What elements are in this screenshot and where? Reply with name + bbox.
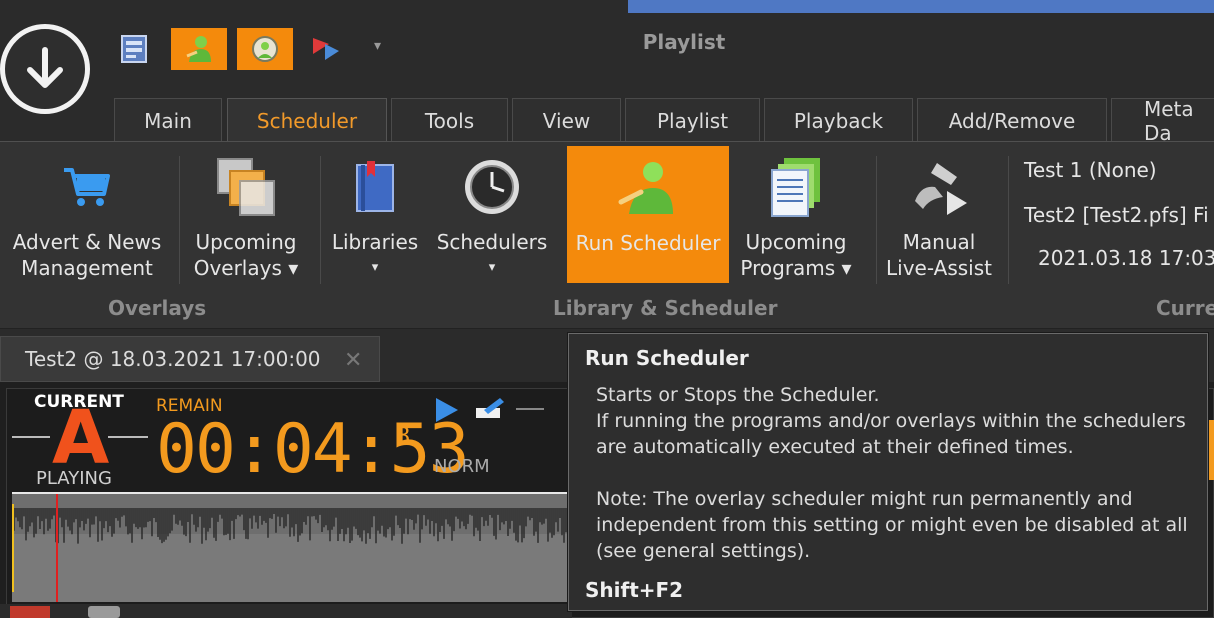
waveform-display[interactable] — [11, 492, 572, 602]
group-label-current: Curre — [1156, 296, 1214, 320]
overlay-layers-icon — [217, 158, 275, 216]
schedulers-button[interactable]: Schedulers ▾ — [436, 145, 548, 283]
run-scheduler-icon — [186, 36, 211, 62]
scrollbar-thumb[interactable] — [88, 606, 120, 618]
programs-label-1: Upcoming — [745, 230, 847, 254]
upcoming-programs-button[interactable]: Upcoming Programs ▾ — [738, 145, 854, 283]
manual-live-assist-button[interactable]: Manual Live-Assist — [880, 145, 998, 283]
flag-play-icon — [313, 38, 339, 60]
document-tab[interactable]: Test2 @ 18.03.2021 17:00:00 — [0, 336, 380, 382]
tooltip-line: If running the programs and/or overlays … — [596, 410, 1186, 432]
scrollbar-left-marker — [10, 606, 50, 618]
ribbon-divider — [320, 156, 321, 284]
run-scheduler-icon — [618, 162, 673, 214]
tooltip-line: Note: The overlay scheduler might run pe… — [596, 488, 1133, 510]
book-icon — [356, 161, 394, 212]
tooltip-body: Starts or Stops the Scheduler. If runnin… — [585, 382, 1191, 564]
tab-playlist[interactable]: Playlist — [625, 98, 760, 142]
close-icon[interactable]: ✕ — [344, 348, 362, 373]
tooltip-line: (see general settings). — [596, 540, 811, 562]
play-mode: NORM — [434, 456, 490, 477]
quick-access-flag-button[interactable] — [298, 28, 354, 70]
quick-access-refresh-button[interactable] — [237, 28, 293, 70]
tab-scheduler[interactable]: Scheduler — [227, 98, 387, 142]
quick-access-screen-button[interactable] — [106, 28, 162, 70]
title-accent-strip — [628, 0, 1214, 13]
waveform-body — [12, 534, 572, 602]
deck-letter: A — [52, 395, 110, 481]
deck-line-right — [108, 436, 148, 438]
app-menu-button[interactable] — [0, 24, 90, 114]
tooltip-title: Run Scheduler — [585, 346, 749, 370]
screen-icon — [121, 35, 147, 63]
player-state: PLAYING — [36, 468, 112, 489]
live-assist-label-2: Live-Assist — [886, 256, 992, 280]
current-info-line-3: 2021.03.18 17:03: — [1038, 246, 1214, 270]
run-scheduler-tooltip: Run Scheduler Starts or Stops the Schedu… — [568, 333, 1208, 611]
overlays-label-1: Upcoming — [195, 230, 297, 254]
tab-main[interactable]: Main — [114, 98, 222, 142]
ribbon-divider — [876, 156, 877, 284]
document-tab-label: Test2 @ 18.03.2021 17:00:00 — [25, 347, 321, 371]
ribbon-divider — [179, 156, 180, 284]
live-assist-label-1: Manual — [902, 230, 976, 254]
live-assist-icon — [915, 163, 967, 215]
upcoming-overlays-button[interactable]: Upcoming Overlays ▾ — [184, 145, 308, 283]
programs-label-2: Programs ▾ — [740, 256, 852, 280]
refresh-user-icon — [252, 36, 278, 62]
tab-playback[interactable]: Playback — [764, 98, 913, 142]
remain-timer: 00:04:53 — [156, 410, 470, 489]
arrow-down-icon — [27, 47, 63, 88]
play-button[interactable] — [432, 396, 460, 429]
current-info-line-2: Test2 [Test2.pfs] Fi — [1024, 203, 1209, 227]
advert-news-management-button[interactable]: Advert & News Management — [8, 145, 166, 283]
group-label-library-scheduler: Library & Scheduler — [553, 296, 778, 320]
remain-frames: 8 — [396, 422, 411, 450]
current-info-line-1: Test 1 (None) — [1024, 158, 1157, 182]
overlays-label-2: Overlays ▾ — [193, 256, 299, 280]
tooltip-line: are automatically executed at their defi… — [596, 436, 1074, 458]
play-icon — [436, 398, 458, 422]
window-title: Playlist — [642, 30, 726, 54]
group-label-overlays: Overlays — [108, 296, 207, 320]
libraries-dropdown-arrow: ▾ — [371, 260, 379, 275]
edit-button[interactable] — [474, 396, 506, 425]
shopping-cart-icon — [64, 168, 110, 206]
arrow-right-icon — [516, 408, 544, 410]
libraries-label: Libraries — [331, 230, 419, 254]
ribbon-divider — [1008, 156, 1009, 284]
eraser-pencil-icon — [476, 398, 504, 418]
side-accent — [1208, 420, 1214, 480]
quick-access-customize-button[interactable]: ▾ — [374, 38, 381, 54]
run-scheduler-button[interactable]: Run Scheduler — [567, 146, 729, 283]
tooltip-line: Starts or Stops the Scheduler. — [596, 384, 880, 406]
libraries-button[interactable]: Libraries ▾ — [332, 145, 418, 283]
quick-access-run-scheduler-button[interactable] — [171, 28, 227, 70]
waveform-scrollbar[interactable] — [0, 604, 572, 618]
tab-meta-data[interactable]: Meta Da — [1111, 97, 1214, 145]
clock-icon — [465, 160, 519, 214]
advert-label-2: Management — [21, 256, 153, 280]
advert-label-1: Advert & News — [12, 230, 162, 254]
waveform-graphic — [11, 494, 572, 602]
schedulers-label: Schedulers — [436, 230, 548, 254]
tab-view[interactable]: View — [512, 98, 621, 142]
run-scheduler-label: Run Scheduler — [575, 231, 721, 255]
schedulers-dropdown-arrow: ▾ — [488, 260, 496, 275]
tab-add-remove[interactable]: Add/Remove — [917, 98, 1107, 142]
tab-tools[interactable]: Tools — [391, 98, 508, 142]
tooltip-shortcut: Shift+F2 — [585, 578, 684, 602]
tooltip-line: independent from this setting or might e… — [596, 514, 1188, 536]
deck-line-left — [12, 436, 50, 438]
document-stack-icon — [771, 158, 820, 217]
